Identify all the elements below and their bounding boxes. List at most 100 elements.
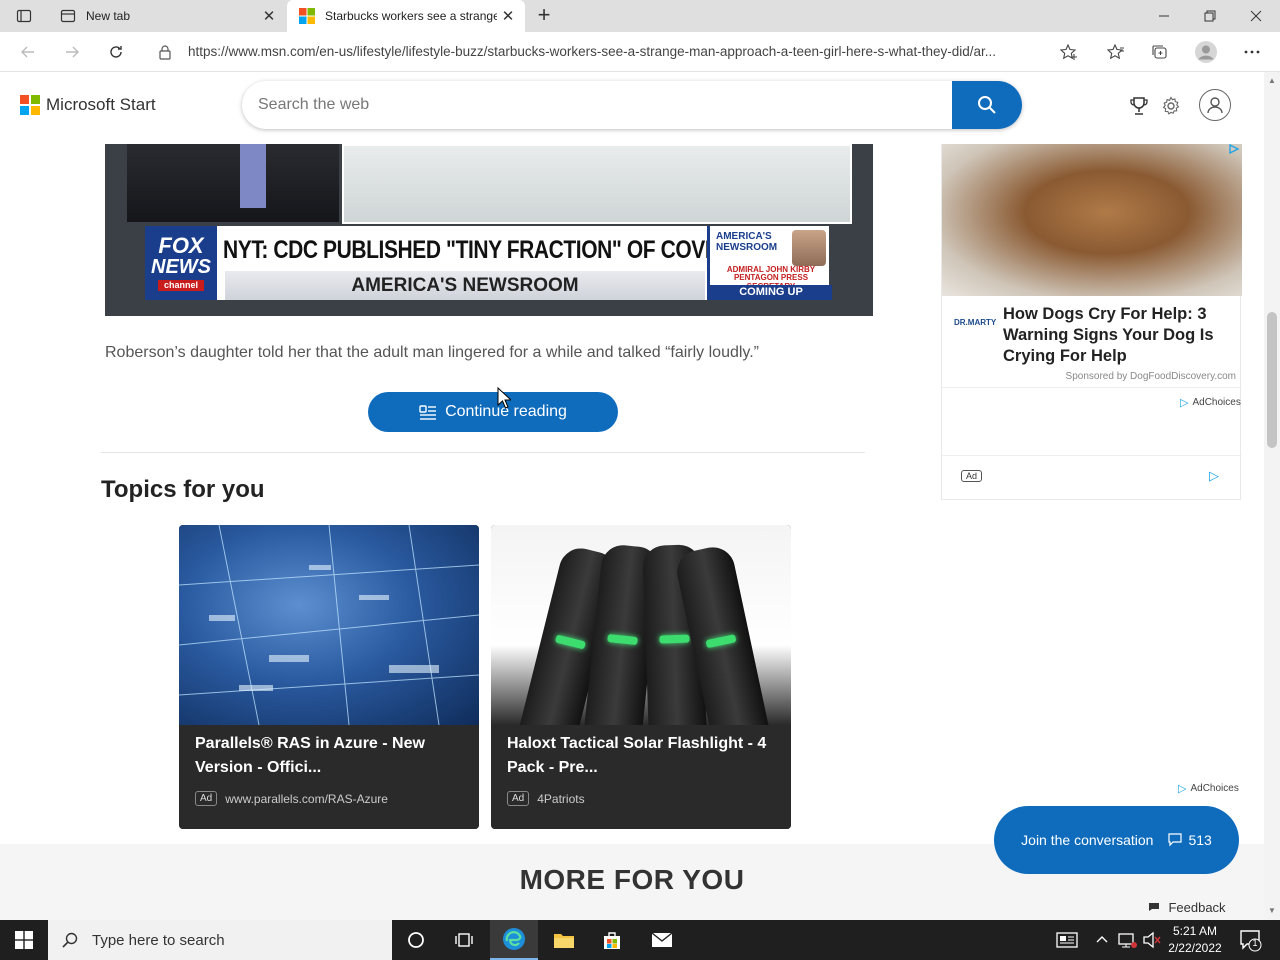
restore-button[interactable] — [1187, 0, 1233, 32]
card-image — [491, 525, 791, 748]
search-input[interactable] — [242, 81, 952, 129]
search-button[interactable] — [952, 81, 1022, 129]
rewards-trophy-icon — [1130, 97, 1148, 115]
taskbar-search-box[interactable]: Type here to search — [48, 920, 392, 960]
action-center-button[interactable]: 1 — [1238, 928, 1262, 952]
advertiser-logo: DR.MARTY — [954, 318, 997, 327]
card-image — [179, 525, 479, 726]
ad-info-icon[interactable]: ▷ — [1209, 468, 1219, 484]
tab-new-tab[interactable]: New tab ✕ — [48, 0, 286, 32]
card-meta: Ad 4Patriots — [507, 791, 585, 806]
join-conversation-button[interactable]: Join the conversation 513 — [994, 806, 1239, 874]
card-title[interactable]: Haloxt Tactical Solar Flashlight - 4 Pac… — [507, 732, 777, 780]
tab-starbucks-article[interactable]: Starbucks workers see a strange ✕ — [287, 0, 525, 32]
adchoices-link[interactable]: ▷ AdChoices — [1178, 782, 1239, 795]
card-info: Haloxt Tactical Solar Flashlight - 4 Pac… — [491, 725, 791, 829]
tab-title: Starbucks workers see a strange — [325, 9, 497, 23]
search-icon — [62, 932, 78, 948]
task-view-button[interactable] — [440, 920, 488, 960]
feedback-button[interactable]: Feedback — [1137, 894, 1237, 920]
news-lower-third: FOX NEWS channel NYT: CDC PUBLISHED "TIN… — [145, 226, 832, 300]
page-scrollbar[interactable]: ▲ ▼ — [1264, 72, 1280, 920]
feedback-icon — [1149, 903, 1160, 911]
close-tab-icon[interactable]: ✕ — [258, 7, 280, 25]
address-bar[interactable]: https://www.msn.com/en-us/lifestyle/life… — [146, 36, 1090, 68]
minimize-button[interactable] — [1141, 0, 1187, 32]
taskbar-search-placeholder: Type here to search — [92, 931, 225, 949]
mail-button[interactable] — [638, 920, 686, 960]
video-headline: NYT: CDC PUBLISHED "TINY FRACTION" OF CO… — [223, 236, 784, 264]
scroll-thumb[interactable] — [1267, 312, 1277, 448]
show-hidden-icons-chevron-icon[interactable] — [1096, 934, 1108, 944]
circuit-pattern-image — [179, 525, 479, 726]
ad-title[interactable]: How Dogs Cry For Help: 3 Warning Signs Y… — [1003, 304, 1233, 367]
profile-avatar-icon — [1195, 41, 1217, 63]
tab-strip: New tab ✕ Starbucks workers see a strang… — [0, 0, 1280, 32]
adchoices-icon[interactable] — [1228, 144, 1240, 154]
notification-count: 1 — [1252, 938, 1258, 948]
guest-photo — [792, 230, 826, 266]
reading-list-icon — [419, 405, 437, 420]
promo-show-name: AMERICA'S NEWSROOM — [716, 231, 778, 253]
cortana-circle-icon — [408, 932, 424, 948]
adchoices-link[interactable]: ▷ AdChoices — [1180, 396, 1241, 409]
topic-card-haloxt[interactable]: Haloxt Tactical Solar Flashlight - 4 Pac… — [491, 525, 791, 829]
task-view-icon — [455, 933, 473, 947]
system-clock[interactable]: 5:21 AM 2/22/2022 — [1164, 923, 1226, 957]
msn-header: Microsoft Start — [0, 72, 1264, 144]
coming-up-promo: AMERICA'S NEWSROOM ADMIRAL JOHN KIRBY PE… — [707, 226, 832, 300]
tab-actions-icon — [16, 9, 32, 23]
close-window-button[interactable] — [1233, 0, 1279, 32]
card-title[interactable]: Parallels® RAS in Azure - New Version - … — [195, 732, 465, 780]
new-tab-button[interactable]: + — [532, 4, 556, 28]
windows-taskbar: Type here to search 5:21 AM 2/22/2022 1 — [0, 920, 1280, 960]
collections-button[interactable] — [1146, 38, 1174, 66]
settings-button[interactable] — [1159, 94, 1183, 118]
close-icon — [1250, 10, 1262, 22]
news-widget-icon[interactable] — [1056, 932, 1078, 948]
refresh-button[interactable] — [102, 38, 130, 66]
start-button[interactable] — [0, 920, 48, 960]
forward-arrow-icon — [66, 46, 79, 58]
mail-icon — [651, 932, 673, 947]
tab-actions-button[interactable] — [8, 5, 40, 27]
card-source: www.parallels.com/RAS-Azure — [225, 791, 388, 806]
network-icon[interactable] — [1117, 931, 1137, 949]
dog-ad-image — [942, 144, 1242, 296]
card-info: Parallels® RAS in Azure - New Version - … — [179, 725, 479, 829]
account-button[interactable] — [1199, 89, 1231, 121]
card-source: 4Patriots — [537, 791, 585, 806]
scroll-down-icon[interactable]: ▼ — [1267, 906, 1277, 915]
comment-icon — [1168, 833, 1183, 847]
sponsored-ad-card[interactable]: DR.MARTY How Dogs Cry For Help: 3 Warnin… — [941, 144, 1242, 500]
clock-date: 2/22/2022 — [1168, 941, 1222, 955]
add-favorite-icon[interactable] — [1060, 44, 1078, 60]
lock-icon[interactable] — [158, 44, 172, 60]
rewards-button[interactable] — [1127, 94, 1151, 118]
close-tab-icon[interactable]: ✕ — [497, 7, 519, 25]
topic-card-parallels[interactable]: Parallels® RAS in Azure - New Version - … — [179, 525, 479, 829]
store-button[interactable] — [588, 920, 636, 960]
scroll-up-icon[interactable]: ▲ — [1267, 76, 1277, 85]
article-content: FOX NEWS channel NYT: CDC PUBLISHED "TIN… — [0, 144, 1264, 920]
video-player[interactable]: FOX NEWS channel NYT: CDC PUBLISHED "TIN… — [105, 144, 873, 316]
favorites-button[interactable] — [1102, 38, 1130, 66]
url-text[interactable]: https://www.msn.com/en-us/lifestyle/life… — [188, 44, 1048, 59]
file-explorer-button[interactable] — [540, 920, 588, 960]
mouse-cursor-icon — [497, 387, 511, 409]
profile-button[interactable] — [1192, 38, 1220, 66]
continue-reading-button[interactable]: Continue reading — [368, 392, 618, 432]
back-arrow-icon — [21, 46, 34, 58]
forward-button[interactable] — [58, 38, 86, 66]
volume-muted-icon[interactable] — [1142, 931, 1162, 949]
tab-title: New tab — [86, 9, 131, 23]
edge-taskbar-button[interactable] — [490, 920, 538, 960]
lab-footage — [342, 144, 852, 224]
gear-icon — [1162, 96, 1180, 115]
clock-time: 5:21 AM — [1172, 924, 1218, 938]
settings-and-more-button[interactable] — [1238, 38, 1266, 66]
microsoft-start-logo[interactable]: Microsoft Start — [20, 95, 156, 115]
back-button[interactable] — [14, 38, 42, 66]
cortana-button[interactable] — [392, 920, 440, 960]
card-meta: Ad www.parallels.com/RAS-Azure — [195, 791, 388, 806]
